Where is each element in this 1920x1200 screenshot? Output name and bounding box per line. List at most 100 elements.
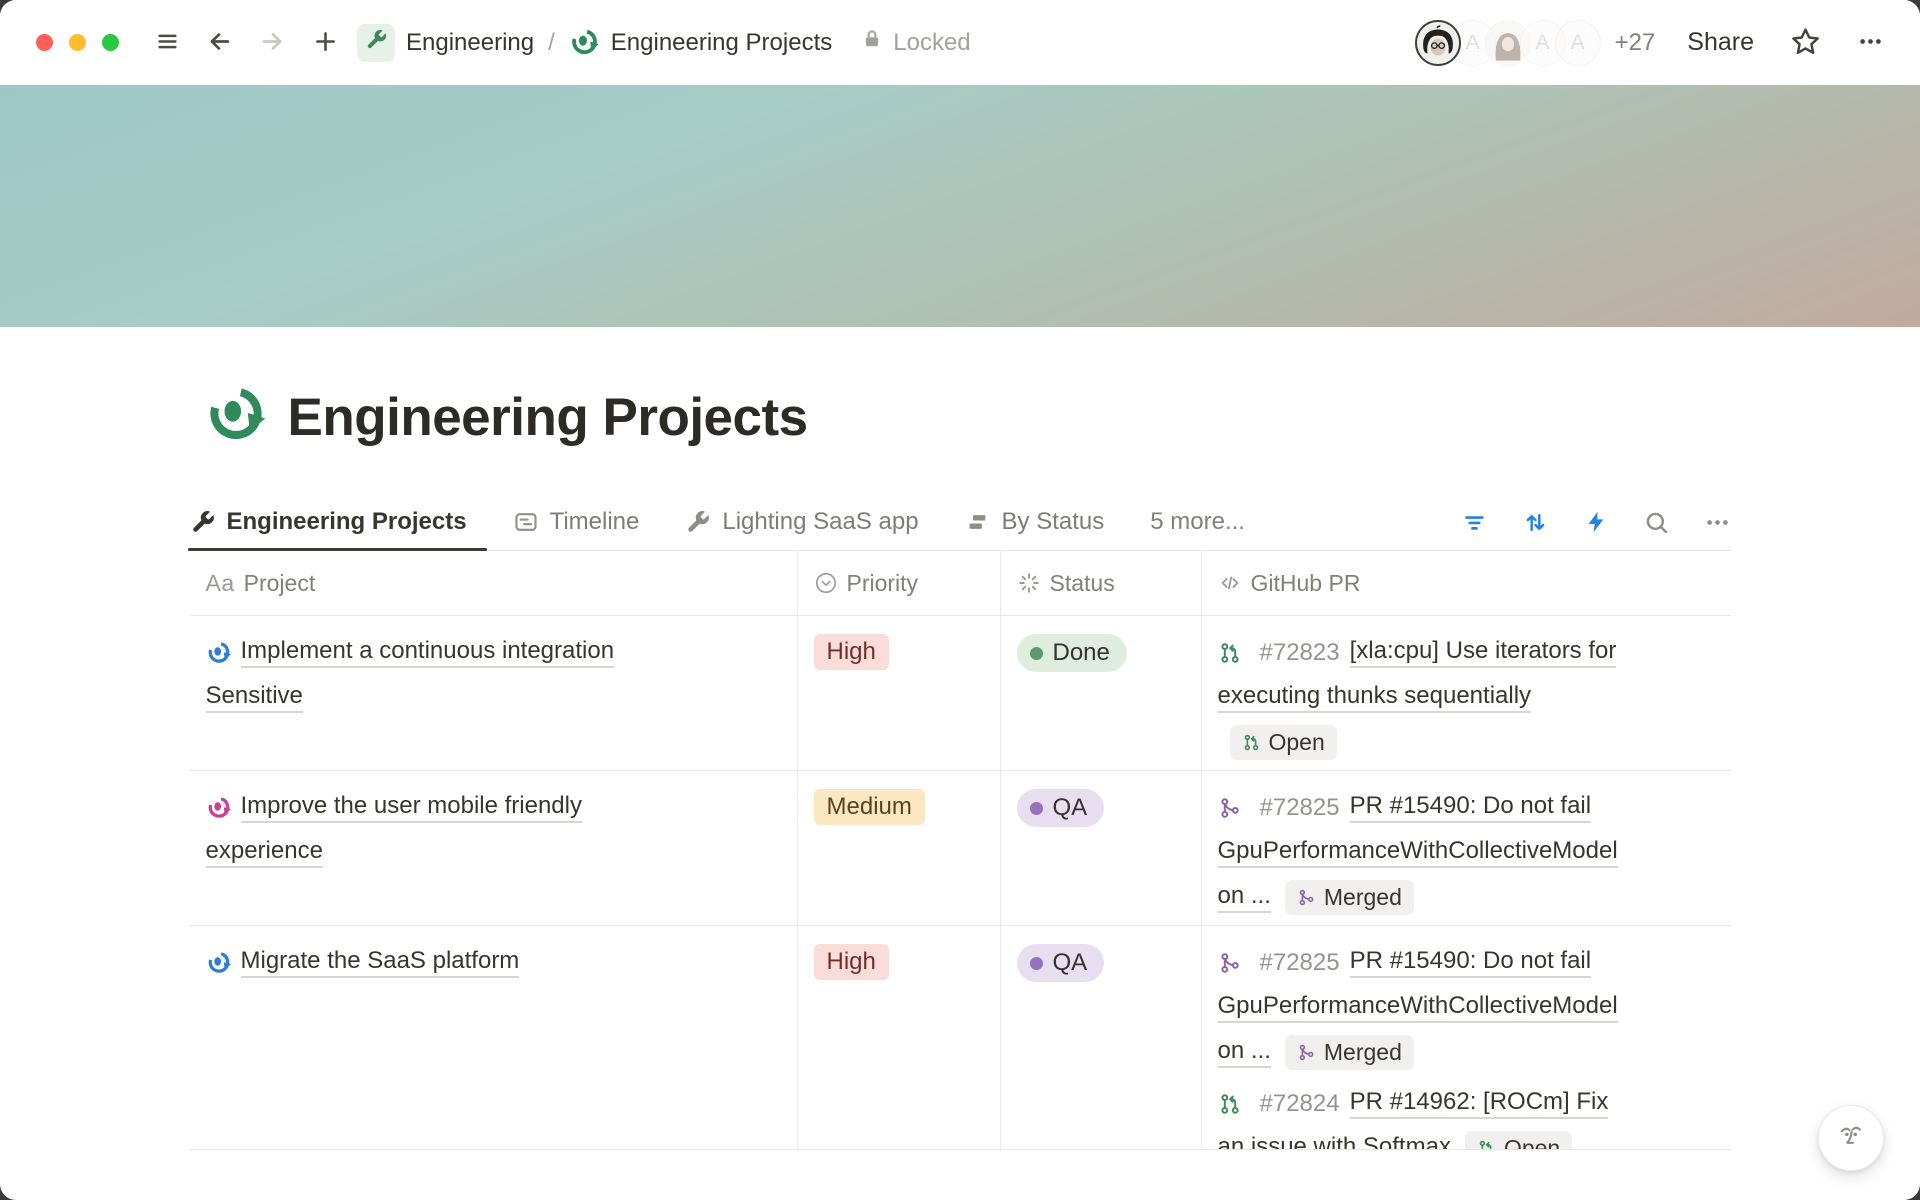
project-logo-icon xyxy=(206,640,232,666)
project-title-link[interactable]: Sensitive xyxy=(206,682,303,714)
user-avatar[interactable] xyxy=(1415,20,1461,66)
sort-button[interactable] xyxy=(1522,509,1549,536)
pr-status-label: Open xyxy=(1504,1135,1560,1150)
pr-mention[interactable]: #72823 [xla:cpu] Use iterators for executi… xyxy=(1218,630,1715,765)
pr-title-link[interactable]: on ... xyxy=(1218,1037,1271,1069)
pr-id: #72823 xyxy=(1260,639,1340,667)
page-title[interactable]: Engineering Projects xyxy=(288,387,808,448)
filter-button[interactable] xyxy=(1461,509,1488,536)
status-property-icon xyxy=(1017,571,1041,595)
notion-ai-button[interactable] xyxy=(1818,1105,1884,1171)
pr-title-link[interactable]: PR #15490: Do not fail xyxy=(1350,792,1592,824)
column-header-status[interactable]: Status xyxy=(1001,551,1202,615)
pr-status-label: Merged xyxy=(1324,884,1402,911)
column-header-label: Status xyxy=(1050,570,1115,597)
back-button[interactable] xyxy=(206,28,233,58)
pr-title-link[interactable]: PR #14962: [ROCm] Fix xyxy=(1350,1088,1609,1120)
view-tab-label: Timeline xyxy=(550,508,640,536)
breadcrumb-team-item[interactable] xyxy=(357,24,395,62)
sidebar-menu-button[interactable] xyxy=(155,29,180,57)
zoom-window-button[interactable] xyxy=(102,34,119,51)
new-page-button[interactable] xyxy=(312,28,339,58)
breadcrumb-team-label[interactable]: Engineering xyxy=(406,29,534,57)
github-pr-cell: #72825PR #15490: Do not failGpuPerforman… xyxy=(1202,926,1731,1149)
pull-request-open-icon xyxy=(1218,1092,1242,1116)
page-more-button[interactable] xyxy=(1857,28,1884,58)
forward-arrow-icon xyxy=(259,28,286,58)
select-property-icon xyxy=(814,571,838,595)
column-header-project[interactable]: AaProject xyxy=(190,551,798,615)
status-dot-icon xyxy=(1030,802,1043,815)
view-tab-by-status[interactable]: By Status xyxy=(965,494,1111,550)
priority-cell[interactable]: High xyxy=(798,926,1001,1149)
pull-request-merged-icon xyxy=(1218,951,1242,975)
github-pr-cell: #72823 [xla:cpu] Use iterators for executi… xyxy=(1202,616,1731,770)
project-title-link[interactable]: Migrate the SaaS platform xyxy=(241,947,520,979)
locked-label: Locked xyxy=(893,29,970,57)
table-row: Implement a continuous integration Sensit… xyxy=(190,616,1731,771)
view-tab-timeline[interactable]: Timeline xyxy=(513,494,646,550)
status-cell[interactable]: QA xyxy=(1001,926,1202,1149)
window-topbar: Engineering / Engineering Projects Locke… xyxy=(0,0,1920,85)
pr-title-link[interactable]: [xla:cpu] Use iterators for xyxy=(1350,637,1617,669)
minimize-window-button[interactable] xyxy=(69,34,86,51)
status-badge: Done xyxy=(1017,634,1127,672)
more-views-button[interactable]: 5 more... xyxy=(1150,508,1245,536)
project-title-link[interactable]: Improve the user mobile friendly xyxy=(241,792,582,824)
project-title-link[interactable]: experience xyxy=(206,837,323,869)
view-tabs: Engineering Projects Timeline Lighting Saa… xyxy=(190,494,1151,550)
bolt-button[interactable] xyxy=(1583,509,1609,535)
table-row: Migrate the SaaS platform HighQA#72825PR … xyxy=(190,926,1731,1150)
column-header-priority[interactable]: Priority xyxy=(798,551,1001,615)
user-avatar[interactable]: A xyxy=(1555,20,1601,66)
project-title-link[interactable]: Implement a continuous integration xyxy=(241,637,615,669)
favorite-button[interactable] xyxy=(1790,26,1821,60)
priority-cell[interactable]: Medium xyxy=(798,771,1001,925)
project-cell: Improve the user mobile friendly experien… xyxy=(190,771,798,925)
pr-mention[interactable]: #72825 PR #15490: Do not fail GpuPerforman… xyxy=(1218,785,1715,920)
view-tab-label: By Status xyxy=(1002,508,1105,536)
locked-toggle[interactable]: Locked xyxy=(860,27,970,58)
breadcrumb-page-label[interactable]: Engineering Projects xyxy=(611,29,832,57)
table-row: Improve the user mobile friendly experien… xyxy=(190,771,1731,926)
title-row: Engineering Projects xyxy=(190,327,1731,452)
search-button[interactable] xyxy=(1643,509,1670,536)
column-header-label: Project xyxy=(244,570,316,597)
status-cell[interactable]: Done xyxy=(1001,616,1202,770)
dots-icon xyxy=(1704,509,1731,536)
priority-cell[interactable]: High xyxy=(798,616,1001,770)
database-logo-icon xyxy=(569,27,600,58)
share-button[interactable]: Share xyxy=(1687,28,1754,57)
pr-title-link[interactable]: executing thunks sequentially xyxy=(1218,682,1532,714)
close-window-button[interactable] xyxy=(36,34,53,51)
view-tab-lighting-saas-app[interactable]: Lighting SaaS app xyxy=(685,494,924,550)
status-label: QA xyxy=(1053,794,1088,822)
status-cell[interactable]: QA xyxy=(1001,771,1202,925)
pr-title-link[interactable]: PR #15490: Do not fail xyxy=(1350,947,1592,979)
priority-badge: High xyxy=(814,634,889,670)
topbar-right: AAA +27 Share xyxy=(1415,20,1884,66)
back-arrow-icon xyxy=(206,28,233,58)
forward-button[interactable] xyxy=(259,28,286,58)
pr-title-link[interactable]: GpuPerformanceWithCollectiveModel xyxy=(1218,992,1618,1024)
pr-status-label: Open xyxy=(1269,729,1325,756)
pr-status-label: Merged xyxy=(1324,1039,1402,1066)
view-tab-label: Lighting SaaS app xyxy=(722,508,918,536)
pr-title-link[interactable]: GpuPerformanceWithCollectiveModel xyxy=(1218,837,1618,869)
pr-title-link[interactable]: an issue with Softmax xyxy=(1218,1133,1451,1150)
pr-mention[interactable]: #72825PR #15490: Do not failGpuPerforman… xyxy=(1218,940,1715,1075)
pr-status-badge: Merged xyxy=(1285,1035,1414,1070)
column-header-github-pr[interactable]: GitHub PR xyxy=(1202,551,1731,615)
lock-icon xyxy=(860,27,884,58)
pr-title-link[interactable]: on ... xyxy=(1218,882,1271,914)
dots-button[interactable] xyxy=(1704,509,1731,536)
presence-overflow-count[interactable]: +27 xyxy=(1615,29,1656,57)
status-dot-icon xyxy=(1030,647,1043,660)
wrench-icon xyxy=(190,509,216,535)
view-tab-engineering-projects[interactable]: Engineering Projects xyxy=(190,494,473,550)
table-header-row: AaProjectPriority Status GitHub PR xyxy=(190,551,1731,616)
window-controls xyxy=(36,34,119,51)
pr-mention[interactable]: #72824PR #14962: [ROCm] Fixan issue with… xyxy=(1218,1081,1715,1150)
page-logo-icon xyxy=(204,383,268,452)
pr-id: #72825 xyxy=(1260,794,1340,822)
